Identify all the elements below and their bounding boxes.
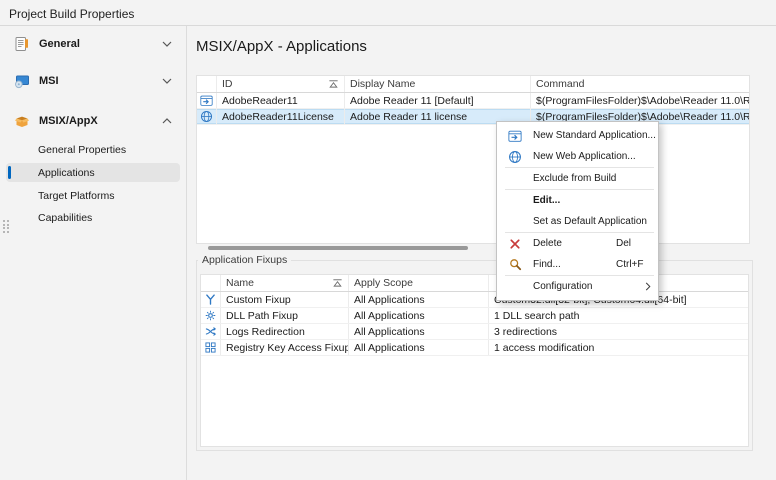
menu-item-find[interactable]: Find... Ctrl+F [497,254,658,275]
menu-item-edit[interactable]: Edit... [497,190,658,211]
icon-column-header[interactable] [197,76,217,92]
context-menu: New Standard Application... New Web Appl… [496,121,659,301]
fixup-row[interactable]: Registry Key Access Fixup All Applicatio… [201,340,748,356]
sub-item-label: Capabilities [38,212,92,224]
fixup-name: Registry Key Access Fixup [221,340,349,355]
sub-item-label: Applications [38,167,95,179]
sidebar-item-label: General [39,38,153,50]
app-command: $(ProgramFilesFolder)$\Adobe\Reader 11.0… [531,93,749,108]
package-box-icon [14,113,30,129]
menu-shortcut: Del [616,238,631,249]
column-header-id[interactable]: ID [217,76,345,92]
menu-shortcut: Ctrl+F [616,259,644,270]
menu-item-new-web-application[interactable]: New Web Application... [497,146,658,167]
project-build-properties-window: Project Build Properties General MSI MSI… [0,0,776,480]
menu-item-new-standard-application[interactable]: New Standard Application... [497,125,658,146]
window-title: Project Build Properties [9,7,134,21]
application-fixups-label: Application Fixups [198,254,291,266]
sidebar-item-label: MSIX/AppX [39,115,153,127]
application-fixups-table: Name Apply Scope Custom Fixup All Applic… [200,274,749,447]
gear-icon [201,308,221,323]
sidebar-item-label: MSI [39,75,153,87]
application-row-selected[interactable]: AdobeReader11License Adobe Reader 11 lic… [197,109,749,125]
document-icon [14,36,30,52]
redirect-arrows-icon [201,324,221,339]
sidebar-item-applications[interactable]: Applications [6,163,180,182]
panel-grip-handle[interactable] [3,220,10,233]
horizontal-scrollbar-thumb[interactable] [208,246,468,250]
fixup-name: Logs Redirection [221,324,349,339]
web-application-icon [507,149,523,165]
applications-table-header: ID Display Name Command [197,76,749,93]
page-title: MSIX/AppX - Applications [196,38,367,55]
sidebar-item-capabilities[interactable]: Capabilities [6,208,180,227]
web-application-icon [197,109,217,124]
chevron-up-icon[interactable] [162,118,172,124]
fixup-row[interactable]: Custom Fixup All Applications Custom32.d… [201,292,748,308]
column-header-name[interactable]: Name [221,275,349,291]
fixup-name: Custom Fixup [221,292,349,307]
fixup-row[interactable]: Logs Redirection All Applications 3 redi… [201,324,748,340]
fixup-details: 3 redirections [489,324,748,339]
menu-item-delete[interactable]: Delete Del [497,233,658,254]
fixup-scope: All Applications [349,340,489,355]
sidebar-item-general-properties[interactable]: General Properties [6,140,180,159]
custom-fixup-icon [201,292,221,307]
header-divider [0,25,776,26]
column-header-display-name[interactable]: Display Name [345,76,531,92]
fixup-row[interactable]: DLL Path Fixup All Applications 1 DLL se… [201,308,748,324]
sidebar-item-general[interactable]: General [6,33,180,55]
sort-ascending-icon [332,278,343,288]
menu-item-configuration[interactable]: Configuration [497,276,658,297]
standard-application-icon [507,128,523,144]
fixups-table-header: Name Apply Scope [201,275,748,292]
sidebar-divider[interactable] [186,26,187,480]
fixup-details: 1 access modification [489,340,748,355]
msi-disc-icon [14,73,30,89]
menu-item-exclude-from-build[interactable]: Exclude from Build [497,168,658,189]
application-row[interactable]: AdobeReader11 Adobe Reader 11 [Default] … [197,93,749,109]
column-header-apply-scope[interactable]: Apply Scope [349,275,489,291]
fixup-name: DLL Path Fixup [221,308,349,323]
chevron-down-icon[interactable] [162,78,172,84]
app-id: AdobeReader11 [217,93,345,108]
app-display-name: Adobe Reader 11 [Default] [345,93,531,108]
delete-x-icon [507,236,523,252]
fixup-scope: All Applications [349,292,489,307]
icon-column-header[interactable] [201,275,221,291]
search-icon [507,257,523,273]
fixup-scope: All Applications [349,324,489,339]
sidebar-item-msi[interactable]: MSI [6,70,180,92]
column-header-command[interactable]: Command [531,76,749,92]
fixup-details: 1 DLL search path [489,308,748,323]
sub-item-label: Target Platforms [38,190,114,202]
submenu-arrow-icon [645,282,651,291]
app-id: AdobeReader11License [217,109,345,124]
applications-table: ID Display Name Command AdobeReader11 Ad… [196,75,750,244]
chevron-down-icon[interactable] [162,41,172,47]
sidebar-item-msix-appx[interactable]: MSIX/AppX [6,110,180,132]
menu-item-set-as-default-application[interactable]: Set as Default Application [497,211,658,232]
sidebar-item-target-platforms[interactable]: Target Platforms [6,186,180,205]
sub-item-label: General Properties [38,144,126,156]
fixup-scope: All Applications [349,308,489,323]
registry-grid-icon [201,340,221,355]
sort-ascending-icon [328,79,339,89]
standard-application-icon [197,93,217,108]
